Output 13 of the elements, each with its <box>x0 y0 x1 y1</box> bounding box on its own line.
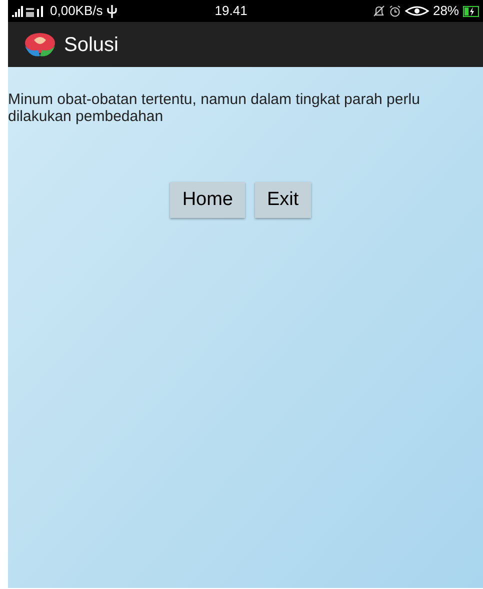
action-button[interactable]: Home <box>170 182 245 218</box>
alarm-icon <box>388 5 401 17</box>
signal-icon <box>12 5 46 17</box>
battery-charging-icon <box>463 6 479 16</box>
eye-icon <box>404 5 429 17</box>
solution-text: Minum obat-obatan tertentu, namun dalam tingkat parah perlu dilakukan pembedahan <box>8 91 421 125</box>
bell-off-icon <box>372 5 385 17</box>
action-button[interactable]: Exit <box>255 182 311 218</box>
clock-time: 19.41 <box>214 2 248 20</box>
battery-percent: 28% <box>432 2 459 20</box>
app-title: Solusi <box>64 32 118 58</box>
usb-icon <box>106 4 117 18</box>
network-speed: 0,00KB/s <box>50 2 103 20</box>
